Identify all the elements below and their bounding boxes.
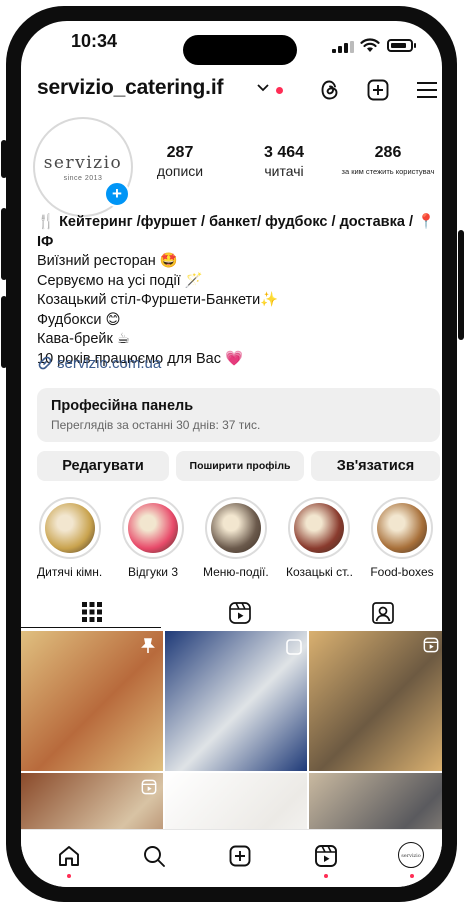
highlight-ring (371, 497, 433, 559)
professional-dashboard[interactable]: Професійна панель Переглядів за останні … (37, 388, 440, 442)
active-tab-underline (21, 627, 161, 628)
stat-following[interactable]: 286 за ким стежить користувач (336, 144, 440, 176)
highlight-label: Food-boxes (370, 565, 434, 579)
side-button (1, 208, 7, 280)
contact-button[interactable]: Зв'язатися (311, 451, 440, 481)
stat-value: 286 (374, 144, 402, 161)
avatar-logo-sub: since 2013 (63, 174, 103, 182)
status-time: 10:34 (71, 31, 118, 51)
signal-icon (332, 41, 354, 53)
home-notification-dot (67, 874, 71, 878)
highlight-thumb (128, 503, 178, 553)
pin-icon (141, 638, 155, 653)
edit-profile-button[interactable]: Редагувати (37, 451, 169, 481)
bio-line: Кава-брейк ☕ (37, 331, 130, 347)
highlight-ring (39, 497, 101, 559)
menu-icon[interactable] (415, 78, 439, 102)
square-icon (286, 639, 302, 655)
posts-grid (21, 631, 442, 829)
highlight-ring (122, 497, 184, 559)
link-icon (38, 356, 52, 370)
highlight-thumb (211, 503, 261, 553)
bio-title: 🍴 Кейтеринг /фуршет / банкет/ фудбокс / … (37, 214, 436, 250)
reels-icon (141, 779, 157, 795)
highlight-item[interactable]: Козацькі ст... (286, 497, 352, 579)
highlight-item[interactable]: Дитячі кімн... (37, 497, 103, 579)
stat-label: дописи (156, 163, 204, 179)
side-button (1, 140, 7, 178)
add-story-icon[interactable]: + (104, 181, 130, 207)
profile-link[interactable]: servizio.com.ua (37, 355, 161, 372)
tagged-icon[interactable] (371, 601, 395, 625)
bio-line: Козацький стіл-Фуршети-Банкети✨ (37, 292, 279, 308)
screen: 10:34 servizio_catering.if servizio sinc… (21, 21, 442, 887)
highlight-thumb (45, 503, 95, 553)
panel-title: Професійна панель (51, 398, 194, 414)
profile-username[interactable]: servizio_catering.if (37, 76, 223, 100)
bio-line: Виїзний ресторан 🤩 (37, 253, 178, 269)
link-text[interactable]: servizio.com.ua (57, 355, 161, 372)
reels-icon (423, 637, 439, 653)
reels-icon[interactable] (314, 844, 338, 868)
stat-value: 3 464 (263, 144, 305, 161)
search-icon[interactable] (142, 844, 166, 868)
highlight-item[interactable]: Меню-події... (203, 497, 269, 579)
stat-followers[interactable]: 3 464 читачі (249, 144, 319, 179)
highlight-ring (205, 497, 267, 559)
highlight-label: Козацькі ст... (286, 565, 352, 579)
create-icon[interactable] (228, 844, 252, 868)
bio-line: Фудбокси 😊 (37, 311, 121, 328)
stat-value: 287 (166, 144, 194, 161)
stat-label: читачі (264, 163, 304, 179)
highlight-item[interactable]: Food-boxes (369, 497, 435, 579)
post-thumbnail[interactable] (309, 773, 442, 829)
profile-avatar-nav[interactable]: servizio (398, 842, 424, 868)
highlight-thumb (377, 503, 427, 553)
battery-icon (387, 39, 413, 52)
reels-icon[interactable] (228, 601, 252, 625)
highlight-label: Відгуки 3 (127, 565, 178, 579)
chevron-down-icon[interactable] (257, 84, 269, 92)
profile-bio: 🍴 Кейтеринг /фуршет / банкет/ фудбокс / … (37, 213, 437, 369)
reels-notification-dot (324, 874, 328, 878)
battery-tip (414, 43, 416, 48)
bottom-nav: servizio (21, 829, 442, 887)
highlight-item[interactable]: Відгуки 3 (120, 497, 186, 579)
post-thumbnail[interactable] (165, 773, 307, 829)
highlight-label: Дитячі кімн... (37, 565, 103, 579)
side-button (458, 230, 464, 340)
phone-frame: 10:34 servizio_catering.if servizio sinc… (6, 6, 457, 902)
highlight-thumb (294, 503, 344, 553)
share-profile-button[interactable]: Поширити профіль (176, 451, 304, 481)
plus-square-icon[interactable] (366, 78, 390, 102)
home-icon[interactable] (57, 844, 81, 868)
highlights-row: Дитячі кімн... Відгуки 3 Меню-події... К… (21, 497, 442, 587)
bio-line: Сервуємо на усі події 🪄 (37, 272, 203, 289)
avatar-logo-text: servizio (43, 152, 123, 173)
side-button (1, 296, 7, 368)
wifi-icon (360, 38, 380, 52)
threads-icon[interactable] (318, 78, 342, 102)
panel-subtitle: Переглядів за останні 30 днів: 37 тис. (51, 418, 261, 432)
dynamic-island (183, 35, 297, 65)
stat-label: за ким стежить користувач (341, 167, 435, 176)
stat-posts[interactable]: 287 дописи (145, 144, 215, 179)
profile-notification-dot (410, 874, 414, 878)
notification-dot (276, 87, 283, 94)
grid-icon[interactable] (81, 601, 103, 623)
highlight-label: Меню-події... (203, 565, 269, 579)
highlight-ring (288, 497, 350, 559)
